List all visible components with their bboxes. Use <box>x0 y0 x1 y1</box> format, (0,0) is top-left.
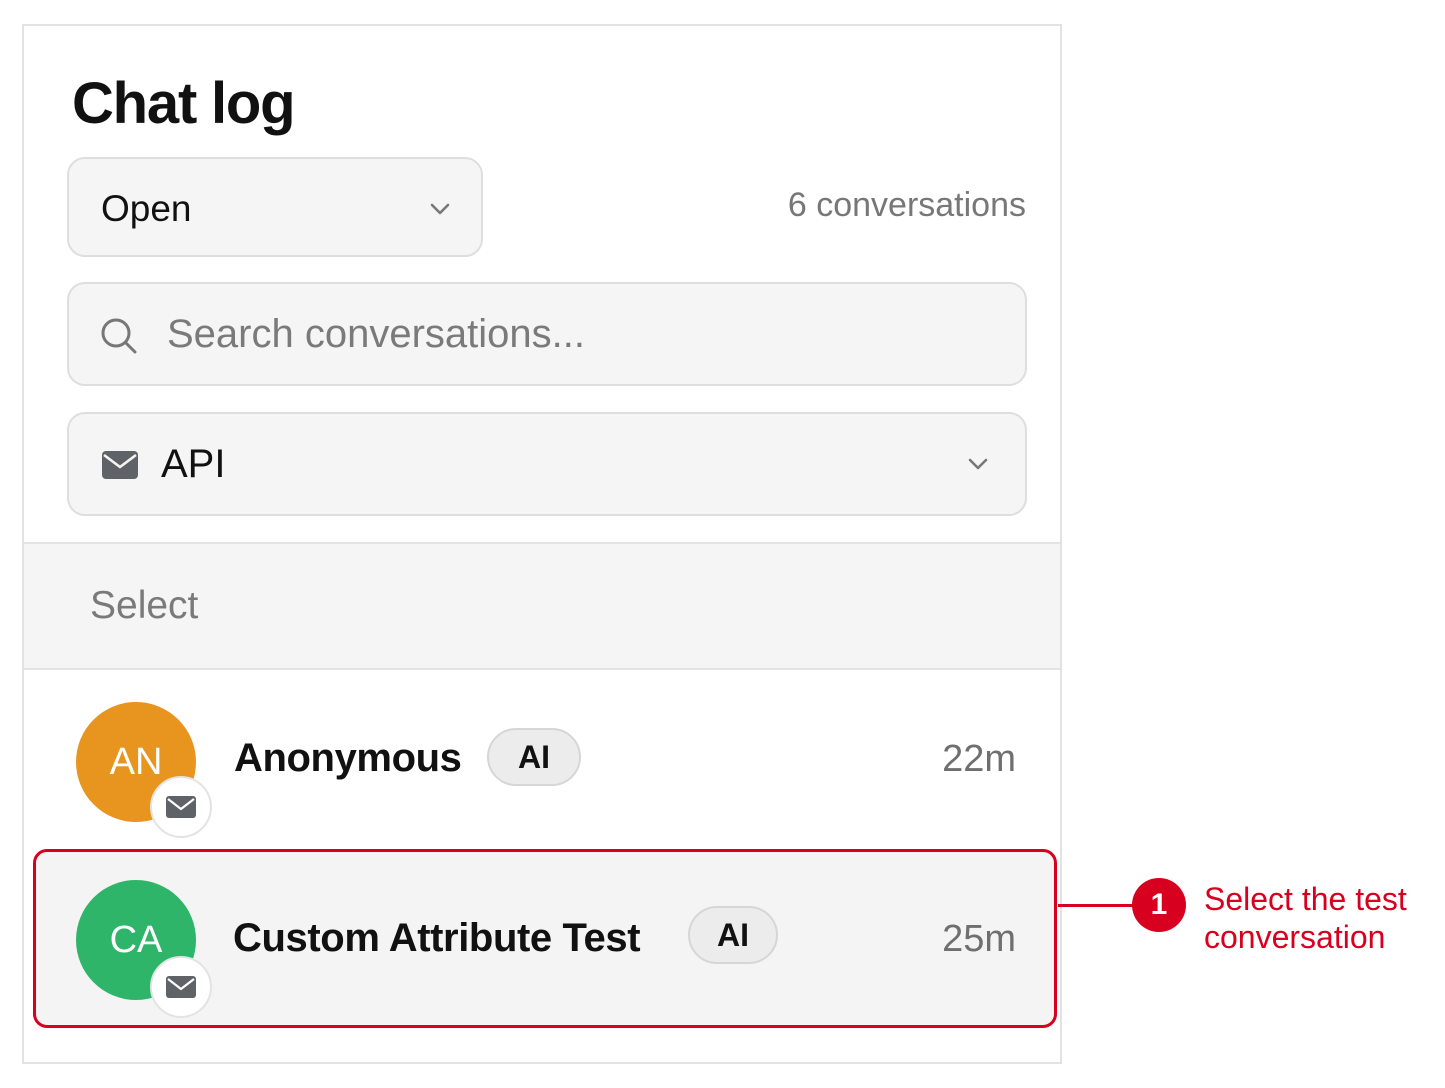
callout-connector <box>1058 904 1134 907</box>
conversation-row[interactable]: AN Anonymous AI 22m <box>24 676 1060 846</box>
avatar-initials: CA <box>109 918 163 961</box>
select-toolbar: Select <box>24 542 1060 670</box>
mail-icon <box>102 451 138 479</box>
channel-filter-select[interactable]: API <box>67 412 1027 516</box>
mail-icon <box>166 976 196 998</box>
conversation-name: Custom Attribute Test <box>233 916 641 960</box>
search-icon <box>101 318 137 354</box>
channel-badge <box>150 776 212 838</box>
chevron-down-icon <box>430 203 450 215</box>
search-input[interactable] <box>167 306 987 362</box>
channel-badge <box>150 956 212 1018</box>
avatar-initials: AN <box>109 740 163 783</box>
ai-badge: AI <box>688 906 778 964</box>
mail-icon <box>166 796 196 818</box>
status-filter-value: Open <box>101 188 192 229</box>
callout-step-number: 1 <box>1132 878 1186 932</box>
status-filter-select[interactable]: Open <box>67 157 483 257</box>
page-title: Chat log <box>72 71 296 136</box>
chevron-down-icon <box>968 458 988 470</box>
ai-badge: AI <box>487 728 581 786</box>
conversation-time: 25m <box>942 918 1016 960</box>
conversation-name: Anonymous <box>234 736 462 780</box>
channel-filter-value: API <box>161 442 226 486</box>
conversation-time: 22m <box>942 738 1016 780</box>
conversation-row-highlighted[interactable]: CA Custom Attribute Test AI 25m <box>33 849 1057 1028</box>
callout-instruction: Select the test conversation <box>1204 881 1407 955</box>
search-box[interactable] <box>67 282 1027 386</box>
select-button[interactable]: Select <box>90 584 198 628</box>
conversation-count: 6 conversations <box>787 186 1026 224</box>
